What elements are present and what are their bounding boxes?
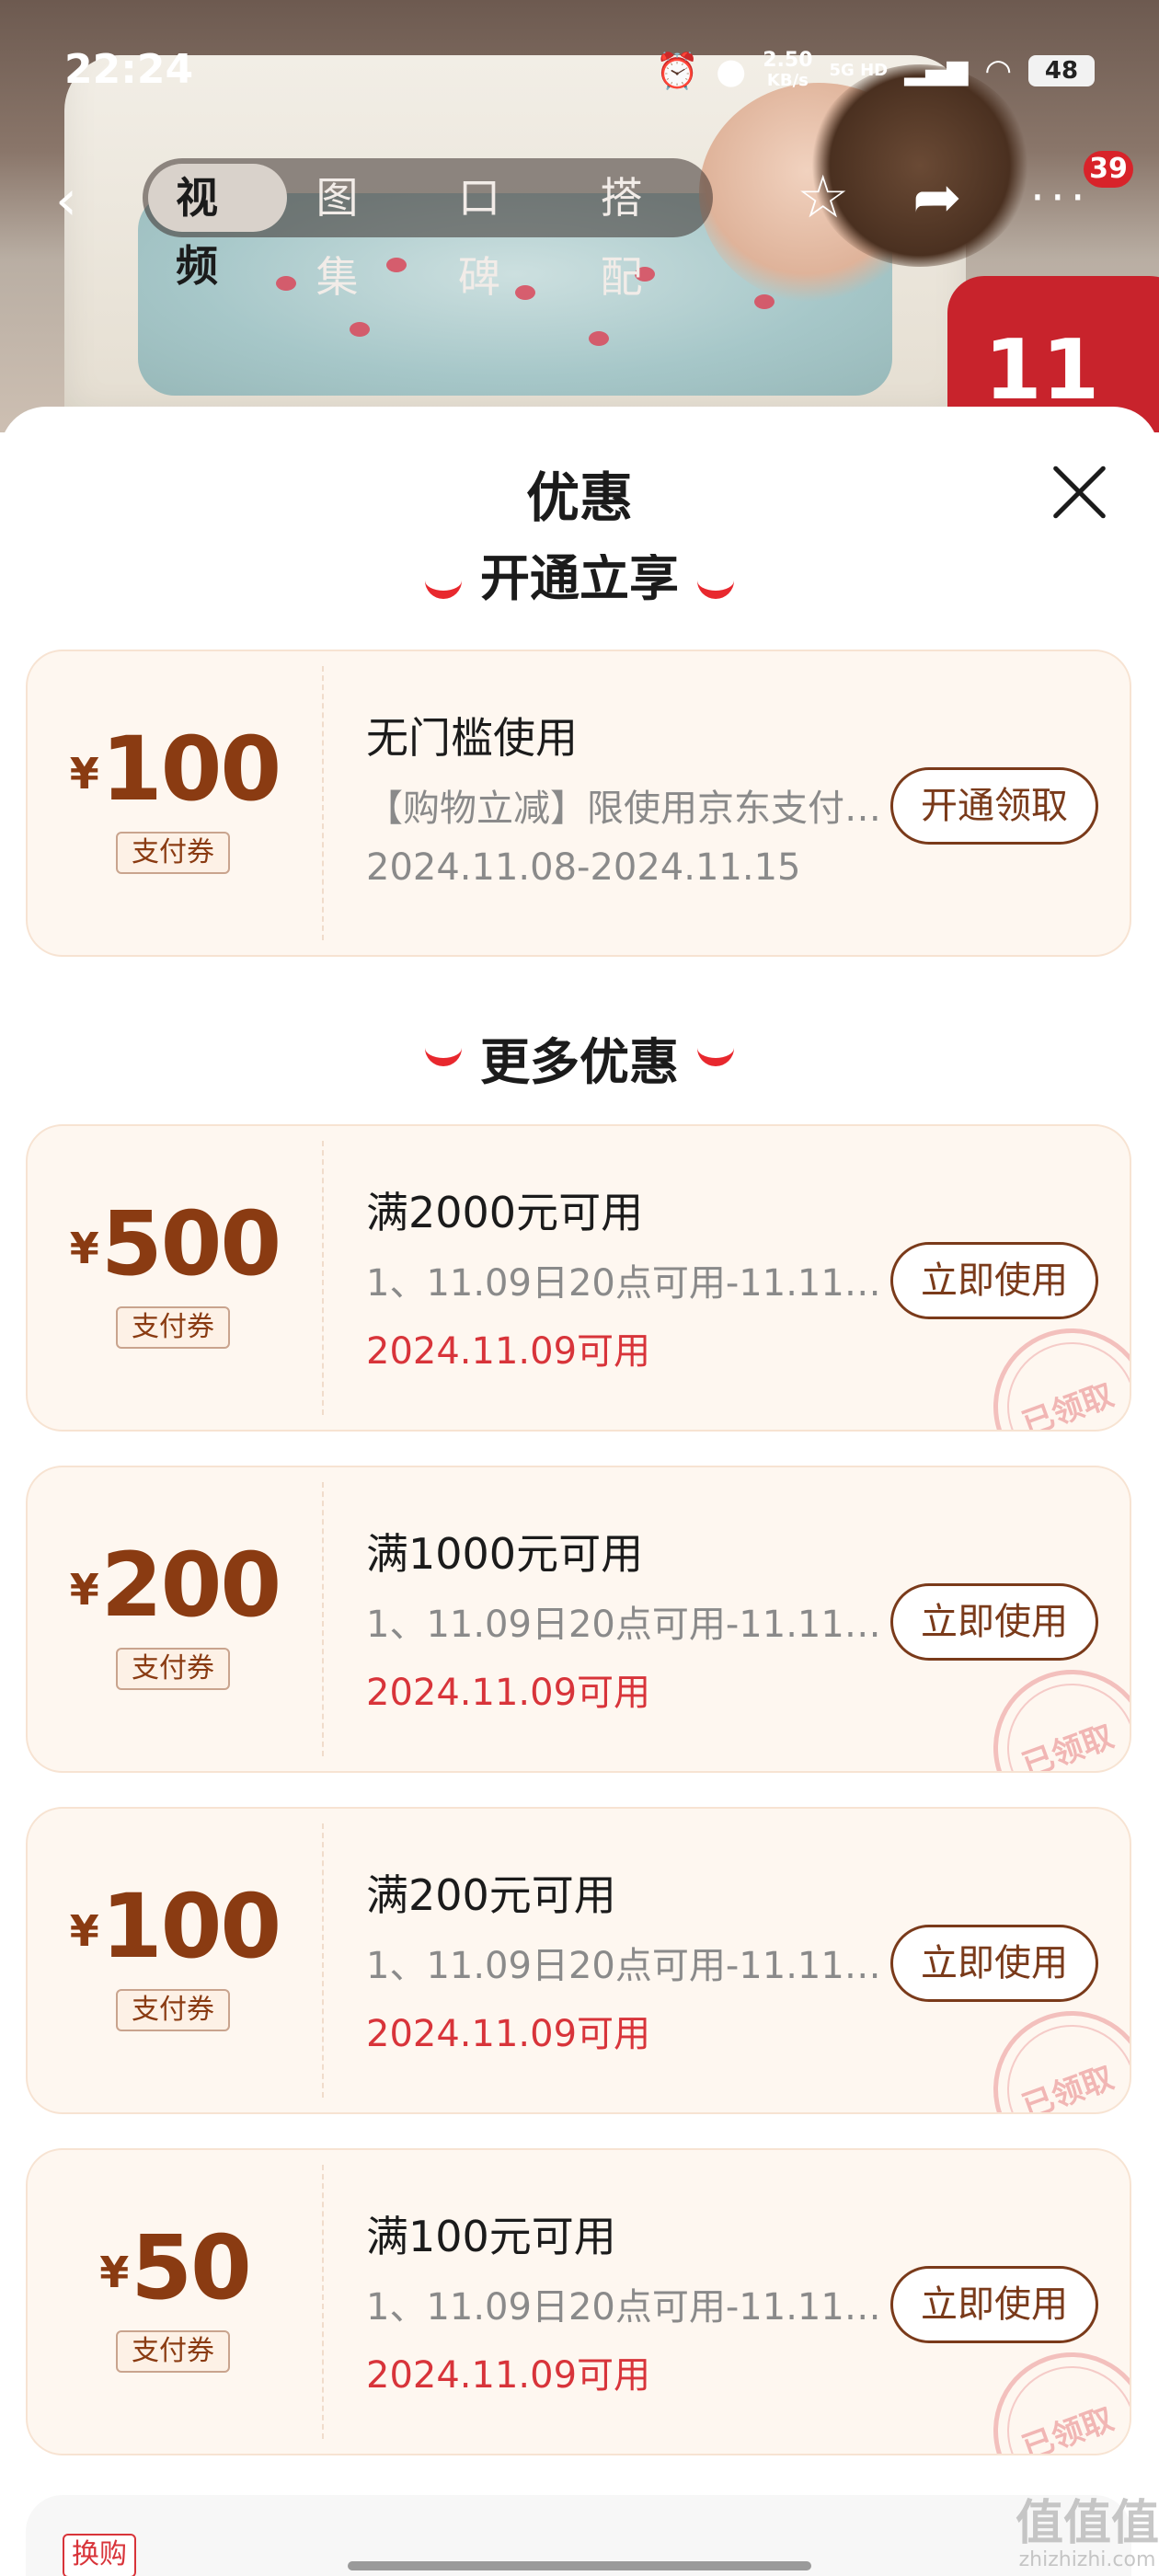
coupon-card[interactable]: ¥100 支付券 满200元可用 1、11.09日20点可用-11.11… 20… bbox=[26, 1807, 1131, 2114]
coupon-description: 【购物立减】限使用京东支付… bbox=[366, 788, 881, 830]
activate-claim-button[interactable]: 开通领取 bbox=[890, 767, 1098, 845]
coupon-card[interactable]: ¥50 支付券 满100元可用 1、11.09日20点可用-11.11… 202… bbox=[26, 2148, 1131, 2455]
coupon-date: 2024.11.09可用 bbox=[366, 2013, 651, 2055]
media-tab-group: 视频 图集 口碑 搭配 bbox=[143, 158, 714, 302]
coupon-divider bbox=[322, 1141, 324, 1415]
coupon-date: 2024.11.09可用 bbox=[366, 2354, 651, 2397]
petal-shape bbox=[515, 285, 535, 300]
coupon-description: 1、11.09日20点可用-11.11… bbox=[366, 1945, 881, 1987]
coupon-divider bbox=[322, 2165, 324, 2439]
product-nav-bar: ‹ 视频 图集 口碑 搭配 ☆ ➦ ··· 39 bbox=[0, 147, 1159, 302]
notification-badge: 39 bbox=[1084, 151, 1133, 188]
coupon-amount: ¥200 bbox=[69, 1534, 281, 1637]
coupon-condition: 满200元可用 bbox=[366, 1870, 616, 1920]
use-now-button[interactable]: 立即使用 bbox=[890, 1242, 1098, 1319]
home-indicator[interactable] bbox=[348, 2561, 811, 2570]
coupon-type-tag: 支付券 bbox=[116, 2330, 230, 2373]
claimed-stamp-icon: 已领取 bbox=[971, 1648, 1130, 1771]
status-bar: 22:24 ⏰ ● 2.50 KB/s 5G HD ▂▄▆ ◠ 48 bbox=[0, 0, 1159, 138]
site-watermark: 值值值 zhizhizhi.com bbox=[1016, 2496, 1159, 2571]
coupon-divider bbox=[322, 666, 324, 940]
coupon-type-tag: 支付券 bbox=[116, 1989, 230, 2031]
wifi-icon: ◠ bbox=[984, 52, 1012, 89]
petal-shape bbox=[276, 276, 296, 291]
coupon-type-tag: 支付券 bbox=[116, 1648, 230, 1690]
petal-shape bbox=[589, 331, 609, 346]
coupon-condition: 满1000元可用 bbox=[366, 1529, 644, 1579]
coupon-condition: 无门槛使用 bbox=[366, 713, 578, 763]
smile-decoration-icon bbox=[697, 572, 734, 599]
discount-sheet: 优惠 开通立享 ¥100 支付券 无门槛使用 【购物立减】限使用京东支付… 20… bbox=[0, 407, 1159, 2576]
cell-signal-icon: ▂▄▆ bbox=[904, 54, 969, 86]
smile-decoration-icon bbox=[425, 572, 462, 599]
coupon-divider bbox=[322, 1823, 324, 2098]
sheet-title: 优惠 bbox=[525, 466, 633, 529]
coupon-date: 2024.11.09可用 bbox=[366, 1672, 651, 1714]
use-now-button[interactable]: 立即使用 bbox=[890, 2266, 1098, 2343]
signal-type-label: 5G HD bbox=[829, 61, 889, 80]
coupon-card[interactable]: ¥500 支付券 满2000元可用 1、11.09日20点可用-11.11… 2… bbox=[26, 1124, 1131, 1432]
coupon-card[interactable]: ¥200 支付券 满1000元可用 1、11.09日20点可用-11.11… 2… bbox=[26, 1466, 1131, 1773]
use-now-button[interactable]: 立即使用 bbox=[890, 1925, 1098, 2002]
status-icons: ⏰ ● 2.50 KB/s 5G HD ▂▄▆ ◠ 48 bbox=[656, 48, 1095, 94]
coupon-condition: 满100元可用 bbox=[366, 2212, 616, 2261]
coupon-amount: ¥100 bbox=[69, 718, 281, 821]
use-now-button[interactable]: 立即使用 bbox=[890, 1583, 1098, 1661]
alarm-icon: ⏰ bbox=[655, 51, 700, 91]
claimed-stamp-icon: 已领取 bbox=[971, 1989, 1130, 2112]
smile-decoration-icon bbox=[697, 1040, 734, 1066]
section-heading-more: 更多优惠 bbox=[0, 1021, 1159, 1094]
coupon-description: 1、11.09日20点可用-11.11… bbox=[366, 1604, 881, 1646]
section-heading-open: 开通立享 bbox=[0, 554, 1159, 605]
coupon-amount: ¥50 bbox=[99, 2216, 252, 2319]
share-icon[interactable]: ➦ bbox=[912, 166, 962, 230]
battery-indicator: 48 bbox=[1028, 55, 1095, 86]
back-button[interactable]: ‹ bbox=[55, 173, 101, 228]
more-icon[interactable]: ··· bbox=[1030, 166, 1091, 230]
coupon-date: 2024.11.08-2024.11.15 bbox=[366, 846, 801, 889]
coupon-amount: ¥100 bbox=[69, 1875, 281, 1978]
coupon-description: 1、11.09日20点可用-11.11… bbox=[366, 1262, 881, 1305]
coupon-condition: 满2000元可用 bbox=[366, 1188, 644, 1237]
network-speed: 2.50 KB/s bbox=[763, 49, 813, 91]
coupon-type-tag: 支付券 bbox=[116, 1306, 230, 1349]
status-time: 22:24 bbox=[64, 46, 194, 93]
claimed-stamp-icon: 已领取 bbox=[971, 1306, 1130, 1430]
claimed-stamp-icon: 已领取 bbox=[971, 2330, 1130, 2454]
petal-shape bbox=[754, 294, 775, 309]
coupon-type-tag: 支付券 bbox=[116, 832, 230, 874]
location-icon: ● bbox=[716, 51, 747, 91]
tab-matching[interactable]: 搭配 bbox=[571, 158, 714, 302]
coupon-amount: ¥500 bbox=[69, 1192, 281, 1295]
coupon-divider bbox=[322, 1482, 324, 1756]
tab-video[interactable]: 视频 bbox=[148, 164, 287, 291]
tab-gallery[interactable]: 图集 bbox=[287, 158, 430, 302]
close-icon[interactable] bbox=[1049, 462, 1109, 523]
coupon-date: 2024.11.09可用 bbox=[366, 1330, 651, 1373]
smile-decoration-icon bbox=[425, 1040, 462, 1066]
coupon-card[interactable]: ¥100 支付券 无门槛使用 【购物立减】限使用京东支付… 2024.11.08… bbox=[26, 650, 1131, 957]
coupon-description: 1、11.09日20点可用-11.11… bbox=[366, 2286, 881, 2329]
petal-shape bbox=[386, 258, 407, 272]
tab-reviews[interactable]: 口碑 bbox=[429, 158, 571, 302]
petal-shape bbox=[350, 322, 370, 337]
swap-tag: 换购 bbox=[63, 2534, 136, 2576]
favorite-star-icon[interactable]: ☆ bbox=[797, 166, 849, 230]
